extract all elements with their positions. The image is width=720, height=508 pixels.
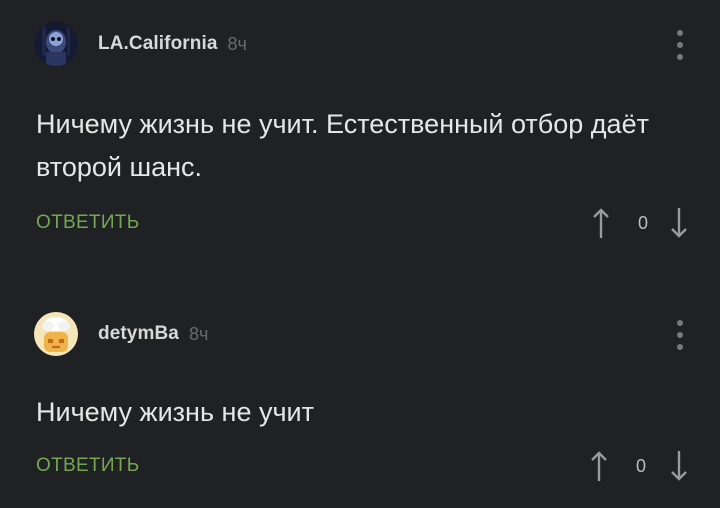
arrow-up-icon[interactable] (588, 449, 610, 483)
robot-avatar-icon (34, 22, 78, 66)
avatar[interactable] (34, 22, 78, 66)
comment: detymBa 8ч Ничему жизнь не учит ОТВЕТИТЬ… (0, 290, 720, 508)
vote-controls: 0 (588, 449, 690, 483)
reply-button[interactable]: ОТВЕТИТЬ (36, 212, 139, 234)
vote-score: 0 (635, 455, 646, 476)
username[interactable]: detymBa (98, 323, 179, 345)
comment-header: LA.California 8ч (34, 22, 247, 66)
comment-text: Ничему жизнь не учит (36, 397, 314, 427)
vote-controls: 0 (590, 206, 690, 240)
more-vertical-icon[interactable] (676, 30, 684, 60)
username[interactable]: LA.California (98, 33, 218, 55)
reply-button[interactable]: ОТВЕТИТЬ (36, 455, 139, 477)
timestamp: 8ч (188, 323, 209, 344)
smoking-head-avatar-icon (34, 312, 78, 356)
more-vertical-icon[interactable] (676, 320, 684, 350)
comment: LA.California 8ч Ничему жизнь не учит. Е… (0, 0, 720, 260)
arrow-up-icon[interactable] (590, 206, 612, 240)
comment-header: detymBa 8ч (34, 312, 208, 356)
comment-text: Ничему жизнь не учит. Естественный отбор… (36, 109, 649, 182)
comment-actions: ОТВЕТИТЬ 0 (36, 203, 690, 243)
comment-actions: ОТВЕТИТЬ 0 (36, 446, 690, 486)
timestamp: 8ч (227, 33, 247, 54)
avatar[interactable] (34, 312, 78, 356)
arrow-down-icon[interactable] (668, 206, 690, 240)
vote-score: 0 (637, 212, 648, 233)
arrow-down-icon[interactable] (668, 449, 690, 483)
